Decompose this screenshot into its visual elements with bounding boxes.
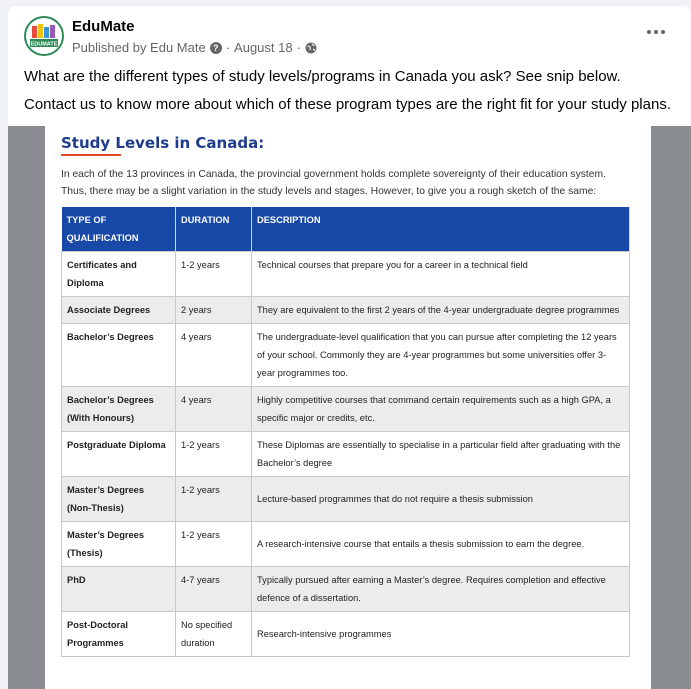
duration-cell: 4 years <box>175 386 252 432</box>
qualification-cell: Postgraduate Diploma <box>61 431 176 477</box>
qualification-cell: PhD <box>61 566 176 612</box>
table-row: Associate Degrees 2 years They are equiv… <box>61 296 630 324</box>
table-row: Master’s Degrees (Thesis) 1-2 years A re… <box>61 521 630 567</box>
post-text-line-1: What are the different types of study le… <box>24 68 621 85</box>
page-avatar[interactable]: EDUMATE <box>24 16 64 56</box>
duration-cell: 1-2 years <box>175 476 252 522</box>
description-cell: A research-intensive course that entails… <box>251 521 630 567</box>
table-row: Post-Doctoral Programmes No specified du… <box>61 611 630 657</box>
meta-separator: · <box>225 40 231 55</box>
title-underline <box>61 154 121 156</box>
qualification-cell: Master’s Degrees (Thesis) <box>61 521 176 567</box>
duration-cell: 2 years <box>175 296 252 324</box>
duration-cell: 1-2 years <box>175 521 252 567</box>
header-description: DESCRIPTION <box>251 207 630 252</box>
header-qualification: TYPE OF QUALIFICATION <box>61 207 176 252</box>
post-image[interactable]: Study Levels in Canada: In each of the 1… <box>8 126 691 689</box>
duration-cell: 1-2 years <box>175 251 252 297</box>
qualification-cell: Post-Doctoral Programmes <box>61 611 176 657</box>
edumate-logo-icon: EDUMATE <box>30 24 58 48</box>
help-icon[interactable]: ? <box>209 41 222 54</box>
table-row: Postgraduate Diploma 1-2 years These Dip… <box>61 431 630 477</box>
document-title: Study Levels in Canada: <box>61 134 265 152</box>
avatar-label: EDUMATE <box>31 42 58 48</box>
post-date[interactable]: August 18 <box>234 40 293 55</box>
qualification-cell: Bachelor’s Degrees (With Honours) <box>61 386 176 432</box>
description-cell: These Diplomas are essentially to specia… <box>251 431 630 477</box>
more-options-icon[interactable] <box>643 22 669 42</box>
post-text-line-2: Contact us to know more about which of t… <box>24 96 671 113</box>
table-header-row: TYPE OF QUALIFICATION DURATION DESCRIPTI… <box>61 207 630 252</box>
table-row: Bachelor’s Degrees (With Honours) 4 year… <box>61 386 630 432</box>
document-snip: Study Levels in Canada: In each of the 1… <box>45 126 651 689</box>
description-cell: They are equivalent to the first 2 years… <box>251 296 630 324</box>
description-cell: Technical courses that prepare you for a… <box>251 251 630 297</box>
description-cell: Typically pursued after earning a Master… <box>251 566 630 612</box>
qualification-cell: Bachelor’s Degrees <box>61 323 176 387</box>
table-row: PhD 4-7 years Typically pursued after ea… <box>61 566 630 612</box>
description-cell: Research-intensive programmes <box>251 611 630 657</box>
post-card: EDUMATE EduMate Published by Edu Mate ? … <box>8 6 691 689</box>
page-name-link[interactable]: EduMate <box>72 18 135 35</box>
globe-icon[interactable] <box>305 42 317 54</box>
document-intro: In each of the 13 provinces in Canada, t… <box>61 169 606 197</box>
description-cell: Highly competitive courses that command … <box>251 386 630 432</box>
header-duration: DURATION <box>175 207 252 252</box>
duration-cell: No specified duration <box>175 611 252 657</box>
study-levels-table: TYPE OF QUALIFICATION DURATION DESCRIPTI… <box>61 207 630 657</box>
qualification-cell: Associate Degrees <box>61 296 176 324</box>
qualification-cell: Certificates and Diploma <box>61 251 176 297</box>
duration-cell: 4 years <box>175 323 252 387</box>
table-row: Certificates and Diploma 1-2 years Techn… <box>61 251 630 297</box>
description-cell: The undergraduate-level qualification th… <box>251 323 630 387</box>
duration-cell: 1-2 years <box>175 431 252 477</box>
meta-separator-2: · <box>296 40 301 55</box>
published-by[interactable]: Published by Edu Mate <box>72 40 206 55</box>
duration-cell: 4-7 years <box>175 566 252 612</box>
table-row: Master’s Degrees (Non-Thesis) 1-2 years … <box>61 476 630 522</box>
post-meta: Published by Edu Mate ? · August 18 · <box>72 40 317 55</box>
qualification-cell: Master’s Degrees (Non-Thesis) <box>61 476 176 522</box>
description-cell: Lecture-based programmes that do not req… <box>251 476 630 522</box>
table-row: Bachelor’s Degrees 4 years The undergrad… <box>61 323 630 387</box>
